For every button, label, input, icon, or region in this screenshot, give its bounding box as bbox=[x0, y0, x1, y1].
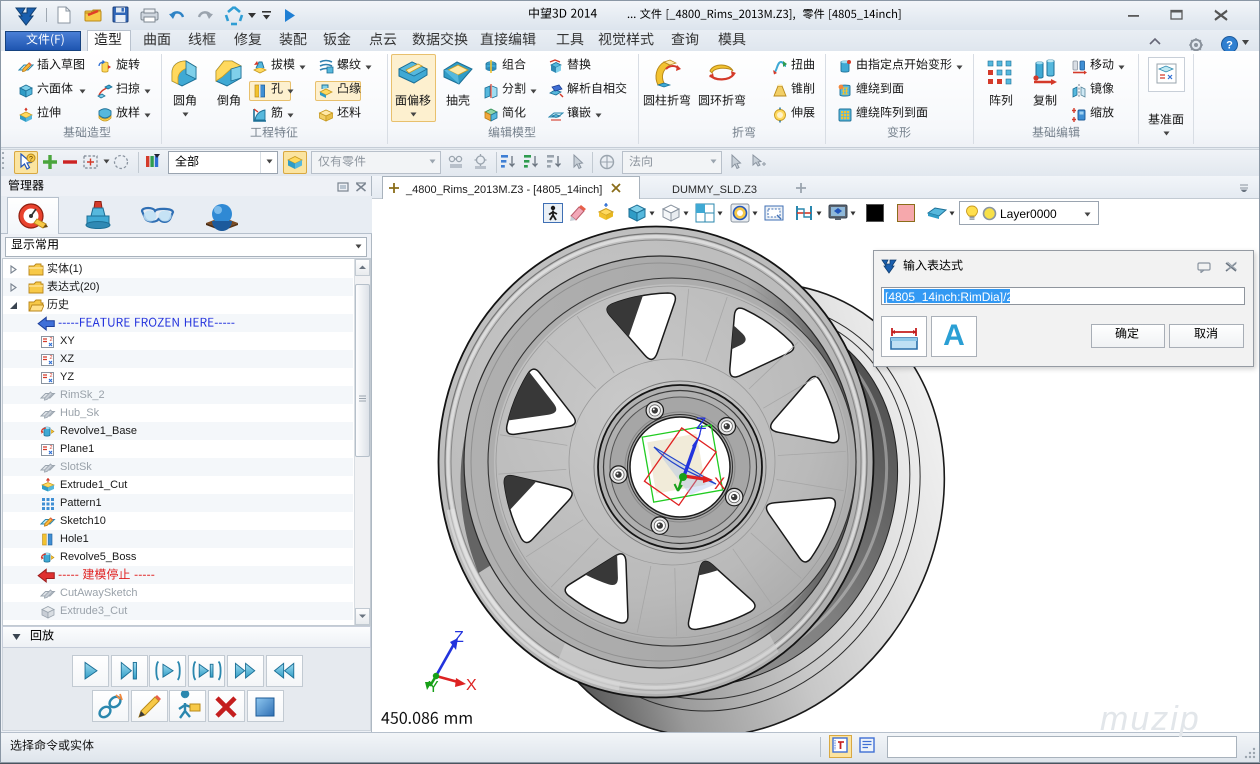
svg-text:Z: Z bbox=[696, 414, 706, 433]
svg-text:?: ? bbox=[1226, 40, 1233, 52]
svg-text:2: 2 bbox=[50, 373, 53, 379]
svg-text:2: 2 bbox=[50, 355, 53, 361]
svg-text:?: ? bbox=[29, 156, 33, 163]
svg-text:2: 2 bbox=[50, 337, 53, 343]
svg-text:Z: Z bbox=[454, 630, 464, 646]
svg-text:X: X bbox=[466, 677, 477, 692]
svg-text:Y: Y bbox=[428, 679, 439, 692]
svg-text:X: X bbox=[714, 474, 725, 493]
svg-text:2: 2 bbox=[50, 445, 53, 451]
